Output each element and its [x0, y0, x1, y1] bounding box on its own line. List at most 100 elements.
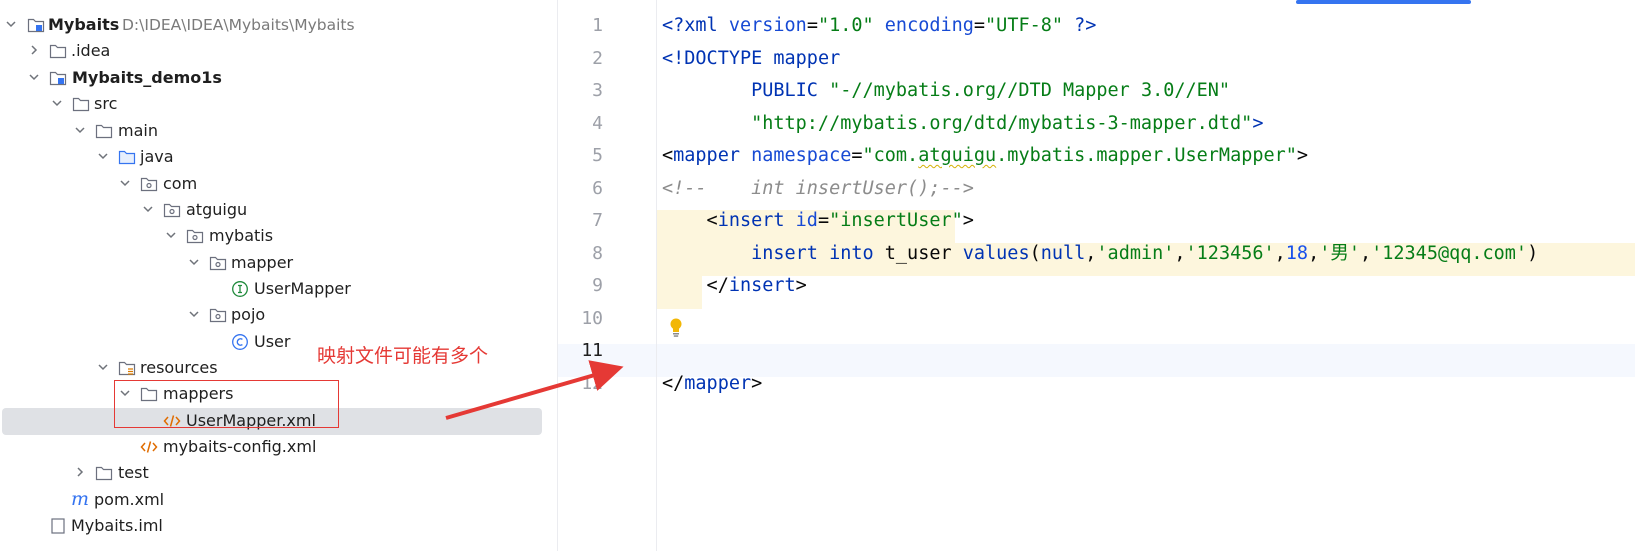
tree-row-test[interactable]: test — [0, 460, 557, 487]
package-icon — [186, 227, 204, 245]
code-token: ?> — [1063, 15, 1097, 36]
chevron-down-icon[interactable] — [187, 255, 201, 269]
code-line-8[interactable]: insert into t_user values(null,'admin','… — [662, 237, 1538, 271]
code-token: "http://mybatis.org/dtd/mybatis-3-mapper… — [751, 113, 1253, 134]
gutter-separator — [656, 0, 657, 551]
code-line-4[interactable]: "http://mybatis.org/dtd/mybatis-3-mapper… — [662, 107, 1263, 141]
code-token: < — [662, 210, 718, 231]
tree-row-idea[interactable]: .idea — [0, 38, 557, 65]
line-number[interactable]: 8 — [558, 237, 603, 271]
line-number[interactable]: 4 — [558, 107, 603, 141]
chevron-down-icon[interactable] — [50, 96, 64, 110]
tree-row-pojo[interactable]: pojo — [0, 302, 557, 329]
code-token: </ — [662, 373, 685, 394]
code-token: "1.0" — [817, 15, 874, 36]
line-number-current[interactable]: 11 — [558, 334, 603, 368]
line-number[interactable]: 1 — [558, 9, 603, 43]
code-line-7[interactable]: <insert id="insertUser"> — [662, 204, 974, 238]
tree-row-usermapper[interactable]: UserMapper — [0, 276, 557, 303]
chevron-down-icon[interactable] — [96, 149, 110, 163]
tree-item-label: resources — [140, 358, 218, 377]
line-number[interactable]: 9 — [558, 269, 603, 303]
code-editor[interactable]: 1 2 3 4 5 6 7 8 9 10 11 12 <?xml version… — [557, 0, 1635, 551]
lightbulb-icon[interactable] — [667, 316, 685, 338]
chevron-down-icon[interactable] — [187, 307, 201, 321]
code-token: = — [817, 210, 830, 231]
code-token: insert — [717, 210, 785, 231]
code-token: "-//mybatis.org//DTD Mapper 3.0//EN" — [829, 80, 1231, 101]
code-token: "com. — [862, 145, 919, 166]
chevron-right-icon[interactable] — [27, 43, 41, 57]
code-token: mapper — [773, 48, 841, 69]
line-number[interactable]: 5 — [558, 139, 603, 173]
line-number[interactable]: 2 — [558, 42, 603, 76]
code-token: mapper — [684, 373, 752, 394]
code-token: , — [1174, 243, 1186, 264]
code-line-5[interactable]: <mapper namespace="com.atguigu.mybatis.m… — [662, 139, 1308, 173]
chevron-down-icon[interactable] — [27, 70, 41, 84]
package-icon — [140, 175, 158, 193]
code-token: = — [973, 15, 986, 36]
tree-row-java[interactable]: java — [0, 144, 557, 171]
tree-row-iml[interactable]: Mybaits.iml — [0, 513, 557, 540]
package-icon — [209, 254, 227, 272]
code-token: , — [1085, 243, 1097, 264]
chevron-right-icon[interactable] — [73, 465, 87, 479]
chevron-down-icon[interactable] — [73, 123, 87, 137]
folder-icon — [49, 42, 67, 60]
line-number[interactable]: 10 — [558, 302, 603, 336]
tree-row-mapper[interactable]: mapper — [0, 250, 557, 277]
line-number[interactable]: 6 — [558, 172, 603, 206]
chevron-down-icon[interactable] — [164, 228, 178, 242]
tree-item-label: src — [94, 94, 118, 113]
chevron-down-icon[interactable] — [4, 17, 18, 31]
chevron-down-icon[interactable] — [118, 176, 132, 190]
code-token: '12345@qq.com' — [1371, 243, 1528, 264]
folder-icon — [72, 95, 90, 113]
tree-item-label: mybatis — [209, 226, 274, 245]
code-token: xml — [684, 15, 718, 36]
code-token: namespace — [739, 145, 852, 166]
code-line-12[interactable]: </mapper> — [662, 367, 762, 401]
code-token: values — [962, 243, 1030, 264]
code-token: , — [1359, 243, 1372, 264]
resources-folder-icon — [118, 359, 136, 377]
line-number[interactable]: 12 — [558, 367, 603, 401]
tree-row-atguigu[interactable]: atguigu — [0, 197, 557, 224]
tree-row-mybatis[interactable]: mybatis — [0, 223, 557, 250]
tree-row-main[interactable]: main — [0, 118, 557, 145]
code-line-6[interactable]: <!-- int insertUser();--> — [662, 172, 974, 206]
tree-root-label: Mybaits — [48, 15, 120, 34]
code-token: 18 — [1285, 243, 1309, 264]
chevron-down-icon[interactable] — [96, 360, 110, 374]
tree-row-module[interactable]: Mybaits_demo1s — [0, 65, 557, 92]
xml-file-icon — [140, 438, 158, 456]
tree-item-label: .idea — [71, 41, 111, 60]
code-token: </ — [662, 275, 729, 296]
chevron-down-icon[interactable] — [141, 202, 155, 216]
interface-icon — [231, 280, 249, 298]
line-number[interactable]: 7 — [558, 204, 603, 238]
code-line-1[interactable]: <?xml version="1.0" encoding="UTF-8" ?> — [662, 9, 1096, 43]
tree-row-pom[interactable]: m pom.xml — [0, 487, 557, 514]
code-token: ( — [1029, 243, 1041, 264]
tree-row-root[interactable]: Mybaits D:\IDEA\IDEA\Mybaits\Mybaits — [0, 12, 557, 39]
code-line-3[interactable]: PUBLIC "-//mybatis.org//DTD Mapper 3.0//… — [662, 74, 1230, 108]
code-token: > — [1252, 113, 1264, 134]
tree-item-label: Mybaits.iml — [71, 516, 163, 535]
line-number[interactable]: 3 — [558, 74, 603, 108]
code-token: id — [784, 210, 818, 231]
code-token: encoding — [873, 15, 974, 36]
class-icon — [231, 333, 249, 351]
source-folder-icon — [118, 148, 136, 166]
tree-row-src[interactable]: src — [0, 91, 557, 118]
code-line-9[interactable]: </insert> — [662, 269, 807, 303]
tree-row-com[interactable]: com — [0, 171, 557, 198]
package-icon — [163, 201, 181, 219]
tree-row-mybaits-config[interactable]: mybaits-config.xml — [0, 434, 557, 461]
tree-item-label: pojo — [231, 305, 266, 324]
tree-item-label: pom.xml — [94, 490, 165, 509]
code-line-2[interactable]: <!DOCTYPE mapper — [662, 42, 840, 76]
tree-root-path: D:\IDEA\IDEA\Mybaits\Mybaits — [122, 16, 355, 34]
